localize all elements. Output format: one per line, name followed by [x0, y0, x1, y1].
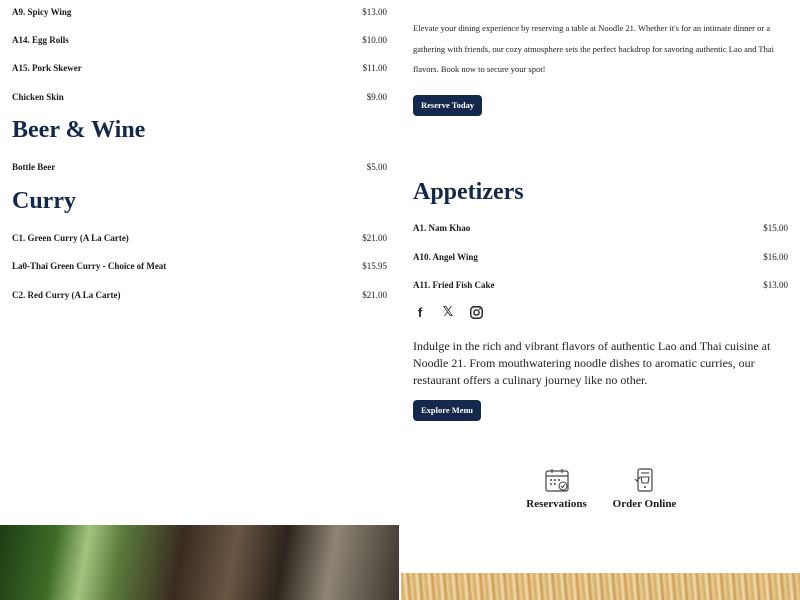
appetizers-heading: Appetizers	[413, 179, 524, 205]
menu-item: C2. Red Curry (A La Carte) $21.00	[12, 290, 387, 306]
menu-item: Bottle Beer $5.00	[12, 162, 387, 178]
menu-item: A10. Angel Wing $16.00	[413, 252, 788, 268]
menu-item-name: A10. Angel Wing	[413, 252, 478, 262]
menu-item-price: $11.00	[362, 63, 387, 73]
reservations-label: Reservations	[526, 498, 587, 510]
menu-item-price: $5.00	[366, 162, 387, 172]
social-links: f 𝕏	[413, 302, 483, 322]
curry-heading: Curry	[12, 188, 76, 214]
menu-item: A9. Spicy Wing $13.00	[12, 7, 387, 23]
reserve-description: Elevate your dining experience by reserv…	[413, 23, 774, 74]
menu-item: A11. Fried Fish Cake $13.00	[413, 280, 788, 296]
reservations-feature[interactable]: Reservations	[519, 467, 594, 510]
beer-wine-heading: Beer & Wine	[12, 117, 146, 143]
instagram-icon[interactable]	[469, 302, 483, 322]
menu-item-name: A15. Pork Skewer	[12, 63, 82, 73]
menu-item-price: $9.00	[366, 92, 387, 102]
calendar-icon	[519, 467, 594, 498]
menu-item-price: $10.00	[362, 35, 387, 45]
menu-item-name: Chicken Skin	[12, 92, 64, 102]
menu-item: A14. Egg Rolls $10.00	[12, 35, 387, 51]
menu-item-name: C2. Red Curry (A La Carte)	[12, 290, 121, 300]
menu-item: Chicken Skin $9.00	[12, 92, 387, 108]
menu-item-name: A14. Egg Rolls	[12, 35, 69, 45]
menu-item-name: A1. Nam Khao	[413, 223, 471, 233]
menu-item-price: $15.00	[763, 223, 788, 233]
order-tablet-icon	[607, 467, 682, 498]
intro-description: Indulge in the rich and vibrant flavors …	[413, 339, 771, 387]
order-online-label: Order Online	[612, 498, 677, 510]
menu-item: A1. Nam Khao $15.00	[413, 223, 788, 239]
menu-item-name: Bottle Beer	[12, 162, 56, 172]
menu-item: C1. Green Curry (A La Carte) $21.00	[12, 233, 387, 249]
menu-item-price: $16.00	[763, 252, 788, 262]
menu-item-price: $13.00	[763, 280, 788, 290]
menu-item-price: $15.95	[362, 261, 387, 271]
menu-item-price: $21.00	[362, 290, 387, 300]
menu-item: La0-Thai Green Curry - Choice of Meat $1…	[12, 261, 387, 277]
menu-item-name: A9. Spicy Wing	[12, 7, 72, 17]
order-online-feature[interactable]: Order Online	[607, 467, 682, 510]
explore-menu-button[interactable]: Explore Menu	[413, 400, 482, 421]
menu-item: A15. Pork Skewer $11.00	[12, 63, 387, 79]
food-photo-noodles	[401, 573, 800, 600]
menu-item-name: C1. Green Curry (A La Carte)	[12, 233, 129, 243]
menu-item-name: La0-Thai Green Curry - Choice of Meat	[12, 261, 167, 271]
facebook-icon[interactable]: f	[413, 302, 427, 322]
menu-item-price: $13.00	[362, 7, 387, 17]
food-photo-greens	[0, 525, 399, 600]
reserve-today-button[interactable]: Reserve Today	[413, 95, 483, 116]
menu-item-name: A11. Fried Fish Cake	[413, 280, 495, 290]
x-twitter-icon[interactable]: 𝕏	[441, 302, 455, 322]
menu-item-price: $21.00	[362, 233, 387, 243]
